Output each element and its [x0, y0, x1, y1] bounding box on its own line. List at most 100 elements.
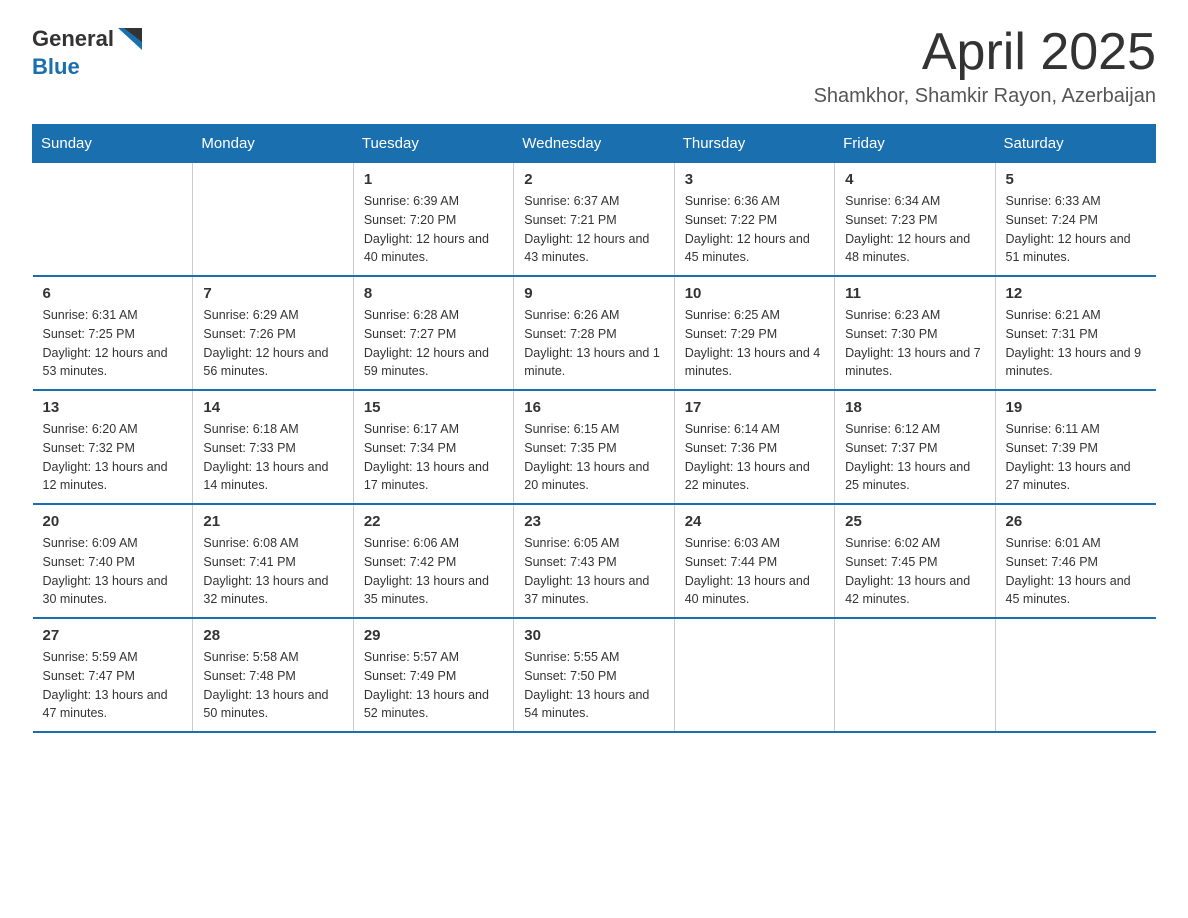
day-info: Sunrise: 6:20 AM Sunset: 7:32 PM Dayligh… — [43, 420, 183, 495]
day-cell: 29Sunrise: 5:57 AM Sunset: 7:49 PM Dayli… — [353, 618, 513, 732]
day-number: 19 — [1006, 399, 1146, 416]
day-cell: 3Sunrise: 6:36 AM Sunset: 7:22 PM Daylig… — [674, 163, 834, 277]
day-info: Sunrise: 6:39 AM Sunset: 7:20 PM Dayligh… — [364, 192, 503, 267]
day-info: Sunrise: 6:18 AM Sunset: 7:33 PM Dayligh… — [203, 420, 342, 495]
day-number: 11 — [845, 285, 984, 302]
day-number: 13 — [43, 399, 183, 416]
day-cell: 1 Sunrise: 6:39 AM Sunset: 7:20 PM Daylig… — [353, 163, 513, 277]
day-cell: 22Sunrise: 6:06 AM Sunset: 7:42 PM Dayli… — [353, 504, 513, 618]
day-number: 12 — [1006, 285, 1146, 302]
day-cell: 11Sunrise: 6:23 AM Sunset: 7:30 PM Dayli… — [835, 276, 995, 390]
day-number: 2 — [524, 171, 663, 188]
day-info: Sunrise: 6:17 AM Sunset: 7:34 PM Dayligh… — [364, 420, 503, 495]
day-info: Sunrise: 6:29 AM Sunset: 7:26 PM Dayligh… — [203, 306, 342, 381]
day-info: Sunrise: 6:12 AM Sunset: 7:37 PM Dayligh… — [845, 420, 984, 495]
header-row: SundayMondayTuesdayWednesdayThursdayFrid… — [33, 125, 1156, 163]
day-number: 4 — [845, 171, 984, 188]
day-info: Sunrise: 6:05 AM Sunset: 7:43 PM Dayligh… — [524, 534, 663, 609]
day-cell: 26Sunrise: 6:01 AM Sunset: 7:46 PM Dayli… — [995, 504, 1155, 618]
day-number: 16 — [524, 399, 663, 416]
day-info: Sunrise: 6:34 AM Sunset: 7:23 PM Dayligh… — [845, 192, 984, 267]
day-number: 24 — [685, 513, 824, 530]
day-info: Sunrise: 6:09 AM Sunset: 7:40 PM Dayligh… — [43, 534, 183, 609]
week-row-1: 1 Sunrise: 6:39 AM Sunset: 7:20 PM Daylig… — [33, 163, 1156, 277]
day-cell: 19Sunrise: 6:11 AM Sunset: 7:39 PM Dayli… — [995, 390, 1155, 504]
day-number: 7 — [203, 285, 342, 302]
day-cell: 15 Sunrise: 6:17 AM Sunset: 7:34 PM Dayli… — [353, 390, 513, 504]
day-info: Sunrise: 6:25 AM Sunset: 7:29 PM Dayligh… — [685, 306, 824, 381]
day-number: 17 — [685, 399, 824, 416]
day-number: 26 — [1006, 513, 1146, 530]
header-cell-saturday: Saturday — [995, 125, 1155, 163]
day-cell — [674, 618, 834, 732]
day-cell: 14 Sunrise: 6:18 AM Sunset: 7:33 PM Dayli… — [193, 390, 353, 504]
day-cell: 6 Sunrise: 6:31 AM Sunset: 7:25 PM Daylig… — [33, 276, 193, 390]
day-cell: 20Sunrise: 6:09 AM Sunset: 7:40 PM Dayli… — [33, 504, 193, 618]
day-cell: 25 Sunrise: 6:02 AM Sunset: 7:45 PM Dayli… — [835, 504, 995, 618]
calendar-table: SundayMondayTuesdayWednesdayThursdayFrid… — [32, 124, 1156, 733]
day-cell: 23 Sunrise: 6:05 AM Sunset: 7:43 PM Dayli… — [514, 504, 674, 618]
title-block: April 2025 Shamkhor, Shamkir Rayon, Azer… — [814, 24, 1156, 108]
day-cell: 17 Sunrise: 6:14 AM Sunset: 7:36 PM Dayli… — [674, 390, 834, 504]
day-info: Sunrise: 6:08 AM Sunset: 7:41 PM Dayligh… — [203, 534, 342, 609]
header-cell-friday: Friday — [835, 125, 995, 163]
main-title: April 2025 — [814, 24, 1156, 81]
day-cell: 12 Sunrise: 6:21 AM Sunset: 7:31 PM Dayli… — [995, 276, 1155, 390]
week-row-3: 13 Sunrise: 6:20 AM Sunset: 7:32 PM Dayli… — [33, 390, 1156, 504]
day-number: 15 — [364, 399, 503, 416]
day-cell: 10Sunrise: 6:25 AM Sunset: 7:29 PM Dayli… — [674, 276, 834, 390]
day-number: 14 — [203, 399, 342, 416]
day-cell: 5 Sunrise: 6:33 AM Sunset: 7:24 PM Daylig… — [995, 163, 1155, 277]
day-info: Sunrise: 6:26 AM Sunset: 7:28 PM Dayligh… — [524, 306, 663, 381]
day-number: 9 — [524, 285, 663, 302]
day-info: Sunrise: 5:58 AM Sunset: 7:48 PM Dayligh… — [203, 648, 342, 723]
day-info: Sunrise: 6:28 AM Sunset: 7:27 PM Dayligh… — [364, 306, 503, 381]
day-cell: 8 Sunrise: 6:28 AM Sunset: 7:27 PM Daylig… — [353, 276, 513, 390]
page-header: General Blue April 2025 Shamkhor, Shamki… — [32, 24, 1156, 108]
day-cell: 24Sunrise: 6:03 AM Sunset: 7:44 PM Dayli… — [674, 504, 834, 618]
day-number: 8 — [364, 285, 503, 302]
week-row-2: 6 Sunrise: 6:31 AM Sunset: 7:25 PM Daylig… — [33, 276, 1156, 390]
week-row-4: 20Sunrise: 6:09 AM Sunset: 7:40 PM Dayli… — [33, 504, 1156, 618]
day-info: Sunrise: 6:33 AM Sunset: 7:24 PM Dayligh… — [1006, 192, 1146, 267]
day-cell: 4 Sunrise: 6:34 AM Sunset: 7:23 PM Daylig… — [835, 163, 995, 277]
day-number: 27 — [43, 627, 183, 644]
logo-text-blue: Blue — [32, 54, 80, 79]
day-info: Sunrise: 5:59 AM Sunset: 7:47 PM Dayligh… — [43, 648, 183, 723]
day-cell: 18 Sunrise: 6:12 AM Sunset: 7:37 PM Dayli… — [835, 390, 995, 504]
day-cell: 30 Sunrise: 5:55 AM Sunset: 7:50 PM Dayli… — [514, 618, 674, 732]
day-info: Sunrise: 6:02 AM Sunset: 7:45 PM Dayligh… — [845, 534, 984, 609]
logo-text-general: General — [32, 26, 114, 52]
day-number: 25 — [845, 513, 984, 530]
logo-triangle-icon — [114, 24, 146, 54]
week-row-5: 27 Sunrise: 5:59 AM Sunset: 7:47 PM Dayli… — [33, 618, 1156, 732]
day-number: 30 — [524, 627, 663, 644]
day-cell — [193, 163, 353, 277]
day-cell: 9 Sunrise: 6:26 AM Sunset: 7:28 PM Daylig… — [514, 276, 674, 390]
day-number: 18 — [845, 399, 984, 416]
day-number: 21 — [203, 513, 342, 530]
day-cell — [995, 618, 1155, 732]
day-info: Sunrise: 6:31 AM Sunset: 7:25 PM Dayligh… — [43, 306, 183, 381]
day-number: 23 — [524, 513, 663, 530]
header-cell-wednesday: Wednesday — [514, 125, 674, 163]
day-cell — [33, 163, 193, 277]
day-info: Sunrise: 6:21 AM Sunset: 7:31 PM Dayligh… — [1006, 306, 1146, 381]
day-info: Sunrise: 5:55 AM Sunset: 7:50 PM Dayligh… — [524, 648, 663, 723]
day-number: 1 — [364, 171, 503, 188]
day-info: Sunrise: 6:14 AM Sunset: 7:36 PM Dayligh… — [685, 420, 824, 495]
calendar-header: SundayMondayTuesdayWednesdayThursdayFrid… — [33, 125, 1156, 163]
day-cell: 28 Sunrise: 5:58 AM Sunset: 7:48 PM Dayli… — [193, 618, 353, 732]
day-cell — [835, 618, 995, 732]
calendar-body: 1 Sunrise: 6:39 AM Sunset: 7:20 PM Daylig… — [33, 163, 1156, 733]
day-number: 6 — [43, 285, 183, 302]
header-cell-thursday: Thursday — [674, 125, 834, 163]
day-number: 28 — [203, 627, 342, 644]
day-cell: 21 Sunrise: 6:08 AM Sunset: 7:41 PM Dayli… — [193, 504, 353, 618]
day-number: 5 — [1006, 171, 1146, 188]
logo: General Blue — [32, 24, 146, 80]
day-info: Sunrise: 6:06 AM Sunset: 7:42 PM Dayligh… — [364, 534, 503, 609]
day-info: Sunrise: 6:15 AM Sunset: 7:35 PM Dayligh… — [524, 420, 663, 495]
header-cell-sunday: Sunday — [33, 125, 193, 163]
day-cell: 13 Sunrise: 6:20 AM Sunset: 7:32 PM Dayli… — [33, 390, 193, 504]
